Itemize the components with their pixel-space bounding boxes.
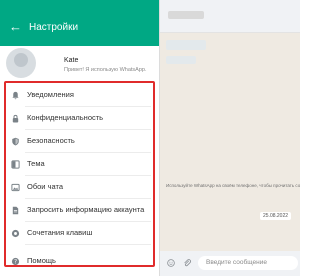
profile-row[interactable] <box>0 46 159 79</box>
lock-icon <box>12 114 19 123</box>
date-chip: 25.08.2022 <box>260 212 292 220</box>
system-notice: Используйте WhatsApp на своём телефоне, … <box>166 183 300 188</box>
settings-panel: ← Настройки Kate Привет! Я использую Wha… <box>0 0 160 276</box>
menu-item-notifications[interactable]: Уведомления <box>5 84 155 107</box>
chat-header[interactable] <box>160 0 300 33</box>
menu-item-label: Запросить информацию аккаунта <box>27 205 145 214</box>
menu-item-request-account-info[interactable]: Запросить информацию аккаунта <box>5 199 155 222</box>
menu-item-label: Уведомления <box>27 90 74 99</box>
message-input[interactable]: Введите сообщение <box>198 256 298 270</box>
menu-item-label: Обои чата <box>27 182 64 191</box>
menu-item-wallpaper[interactable]: Обои чата <box>5 176 155 199</box>
blurred-message <box>166 40 206 50</box>
message-input-bar: Введите сообщение <box>160 251 300 276</box>
keyboard-icon <box>11 229 20 238</box>
document-icon <box>12 206 19 215</box>
profile-name: Kate <box>64 57 79 64</box>
menu-item-help[interactable]: ? Помощь <box>5 250 155 273</box>
back-arrow-icon[interactable]: ← <box>9 20 22 34</box>
bell-icon <box>12 91 19 100</box>
message-input-placeholder: Введите сообщение <box>206 259 267 266</box>
menu-item-privacy[interactable]: Конфиденциальность <box>5 107 155 130</box>
shield-icon <box>12 137 19 146</box>
settings-header: ← Настройки <box>0 0 159 46</box>
profile-status: Привет! Я использую WhatsApp. <box>64 67 147 73</box>
blurred-message <box>166 56 196 64</box>
menu-item-label: Безопасность <box>27 136 75 145</box>
menu-item-theme[interactable]: Тема <box>5 153 155 176</box>
menu-item-label: Сочетания клавиш <box>27 228 93 237</box>
menu-item-label: Тема <box>27 159 45 168</box>
menu-item-security[interactable]: Безопасность <box>5 130 155 153</box>
page-title: Настройки <box>29 22 79 33</box>
emoji-icon[interactable] <box>167 259 175 267</box>
divider <box>25 244 151 245</box>
blurred-contact-name <box>168 11 204 19</box>
svg-text:?: ? <box>14 260 17 266</box>
avatar[interactable] <box>6 48 36 78</box>
chat-panel: Используйте WhatsApp на своём телефоне, … <box>160 0 300 276</box>
theme-icon <box>11 160 20 169</box>
menu-item-keyboard-shortcuts[interactable]: Сочетания клавиш <box>5 222 155 245</box>
menu-item-label: Помощь <box>27 256 56 265</box>
menu-item-label: Конфиденциальность <box>27 113 104 122</box>
wallpaper-icon <box>11 183 20 192</box>
help-icon: ? <box>11 257 20 266</box>
attach-icon[interactable] <box>183 258 192 268</box>
